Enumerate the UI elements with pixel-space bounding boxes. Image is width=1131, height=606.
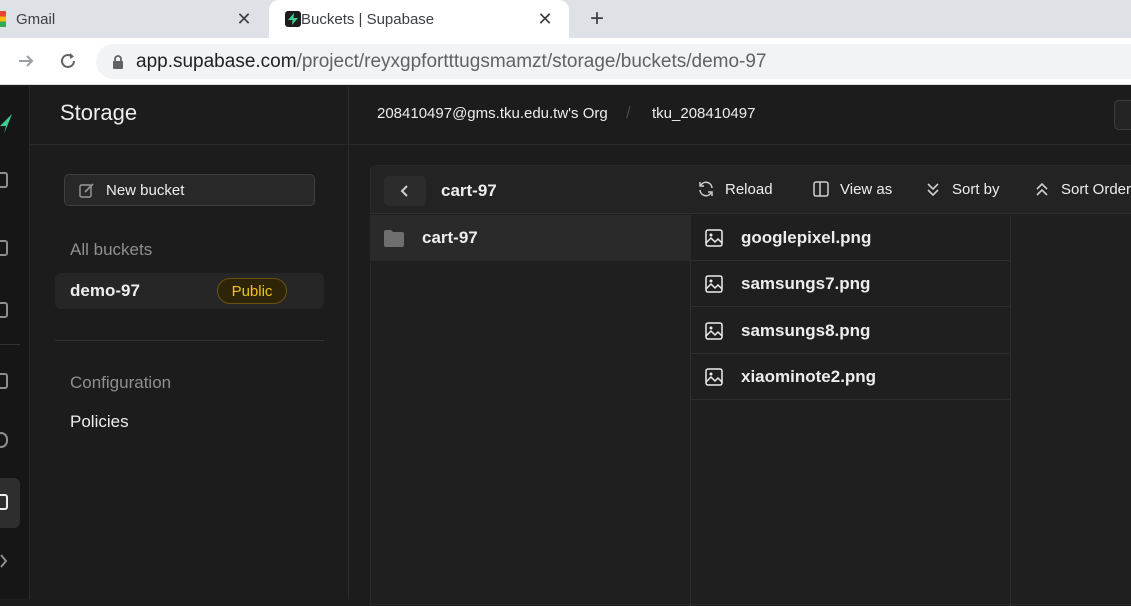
close-tab-icon[interactable]: ✕	[234, 9, 254, 30]
auth-icon[interactable]	[0, 432, 8, 448]
public-badge: Public	[217, 278, 287, 304]
explorer-header: cart-97 Reload View as Sort by Sort Orde…	[371, 166, 1131, 214]
folder-column: cart-97	[371, 215, 691, 606]
reload-button[interactable]: Reload	[697, 180, 773, 198]
edit-icon	[79, 182, 95, 198]
reload-page-icon[interactable]	[56, 49, 80, 73]
file-item[interactable]: samsungs8.png	[691, 308, 1011, 354]
url-host: app.supabase.com	[136, 50, 297, 72]
chevron-left-icon	[400, 185, 408, 197]
image-file-icon	[705, 274, 723, 293]
close-tab-icon[interactable]: ✕	[535, 9, 555, 30]
browser-toolbar: app.supabase.com/project/reyxgpfortttugs…	[0, 38, 1131, 85]
project-breadcrumb[interactable]: tku_208410497	[652, 105, 755, 122]
browser-tab-bar: Gmail ✕ Buckets | Supabase ✕ +	[0, 0, 1131, 38]
breadcrumb: 208410497@gms.tku.edu.tw's Org / tku_208…	[349, 86, 1131, 145]
file-item[interactable]: samsungs7.png	[691, 261, 1011, 307]
sort-by-label: Sort by	[952, 180, 1000, 198]
bucket-name: demo-97	[70, 281, 140, 300]
bucket-item-demo-97[interactable]: demo-97 Public	[55, 273, 324, 309]
storage-icon[interactable]	[0, 494, 8, 510]
current-folder-title: cart-97	[441, 181, 497, 200]
database-icon[interactable]	[0, 373, 8, 389]
sort-by-button[interactable]: Sort by	[924, 180, 1000, 198]
tab-supabase[interactable]: Buckets | Supabase ✕	[269, 0, 569, 38]
nav-rail	[0, 86, 30, 599]
breadcrumb-separator: /	[626, 103, 631, 122]
back-button[interactable]	[384, 176, 426, 206]
tab-title: Gmail	[16, 10, 56, 28]
view-as-label: View as	[840, 180, 893, 198]
file-name: xiaominote2.png	[741, 366, 877, 386]
image-file-icon	[705, 367, 723, 386]
sort-order-button[interactable]: Sort Order	[1033, 180, 1131, 198]
new-bucket-button[interactable]: New bucket	[64, 174, 315, 206]
folder-icon	[384, 229, 404, 247]
forward-icon[interactable]	[14, 49, 38, 73]
supabase-logo-icon[interactable]	[0, 114, 12, 134]
address-bar[interactable]: app.supabase.com/project/reyxgpfortttugs…	[96, 44, 1131, 79]
table-editor-icon[interactable]	[0, 240, 8, 256]
page-title: Storage	[60, 100, 138, 125]
reload-label: Reload	[725, 180, 773, 198]
gmail-favicon-icon	[0, 11, 6, 27]
file-item[interactable]: xiaominote2.png	[691, 354, 1011, 400]
new-bucket-label: New bucket	[106, 181, 185, 199]
supabase-favicon-icon	[285, 11, 301, 27]
org-breadcrumb[interactable]: 208410497@gms.tku.edu.tw's Org	[377, 105, 608, 122]
rail-divider	[0, 344, 20, 345]
new-tab-icon[interactable]: +	[584, 5, 610, 33]
file-name: samsungs8.png	[741, 320, 871, 340]
home-icon[interactable]	[0, 172, 8, 188]
file-column: googlepixel.png samsungs7.png samsungs8.…	[691, 215, 1011, 606]
chevrons-down-icon	[924, 180, 942, 198]
view-as-button[interactable]: View as	[812, 180, 892, 198]
all-buckets-heading: All buckets	[70, 240, 153, 259]
policies-link[interactable]: Policies	[70, 412, 129, 432]
tab-title: Buckets | Supabase	[301, 10, 435, 28]
refresh-icon	[697, 180, 715, 198]
chevron-right-icon[interactable]	[0, 554, 8, 568]
storage-sidebar: Storage New bucket All buckets demo-97 P…	[30, 86, 349, 599]
file-item[interactable]: googlepixel.png	[691, 215, 1011, 261]
columns-icon	[812, 180, 830, 198]
tab-gmail[interactable]: Gmail ✕	[0, 0, 268, 38]
file-explorer: cart-97 Reload View as Sort by Sort Orde…	[370, 165, 1131, 606]
sql-editor-icon[interactable]	[0, 302, 8, 318]
supabase-app: Storage New bucket All buckets demo-97 P…	[0, 86, 1131, 606]
lock-icon	[112, 54, 124, 69]
file-name: samsungs7.png	[741, 273, 871, 293]
image-file-icon	[705, 321, 723, 340]
configuration-heading: Configuration	[70, 373, 172, 392]
header-button[interactable]	[1114, 100, 1131, 130]
folder-item-cart-97[interactable]: cart-97	[371, 215, 691, 261]
divider	[30, 144, 349, 145]
chevrons-up-icon	[1033, 180, 1051, 198]
url-path: /project/reyxgpfortttugsmamzt/storage/bu…	[296, 50, 767, 72]
sort-order-label: Sort Order	[1061, 180, 1131, 198]
folder-name: cart-97	[422, 228, 478, 247]
divider	[55, 340, 324, 341]
image-file-icon	[705, 228, 723, 247]
file-name: googlepixel.png	[741, 227, 872, 247]
